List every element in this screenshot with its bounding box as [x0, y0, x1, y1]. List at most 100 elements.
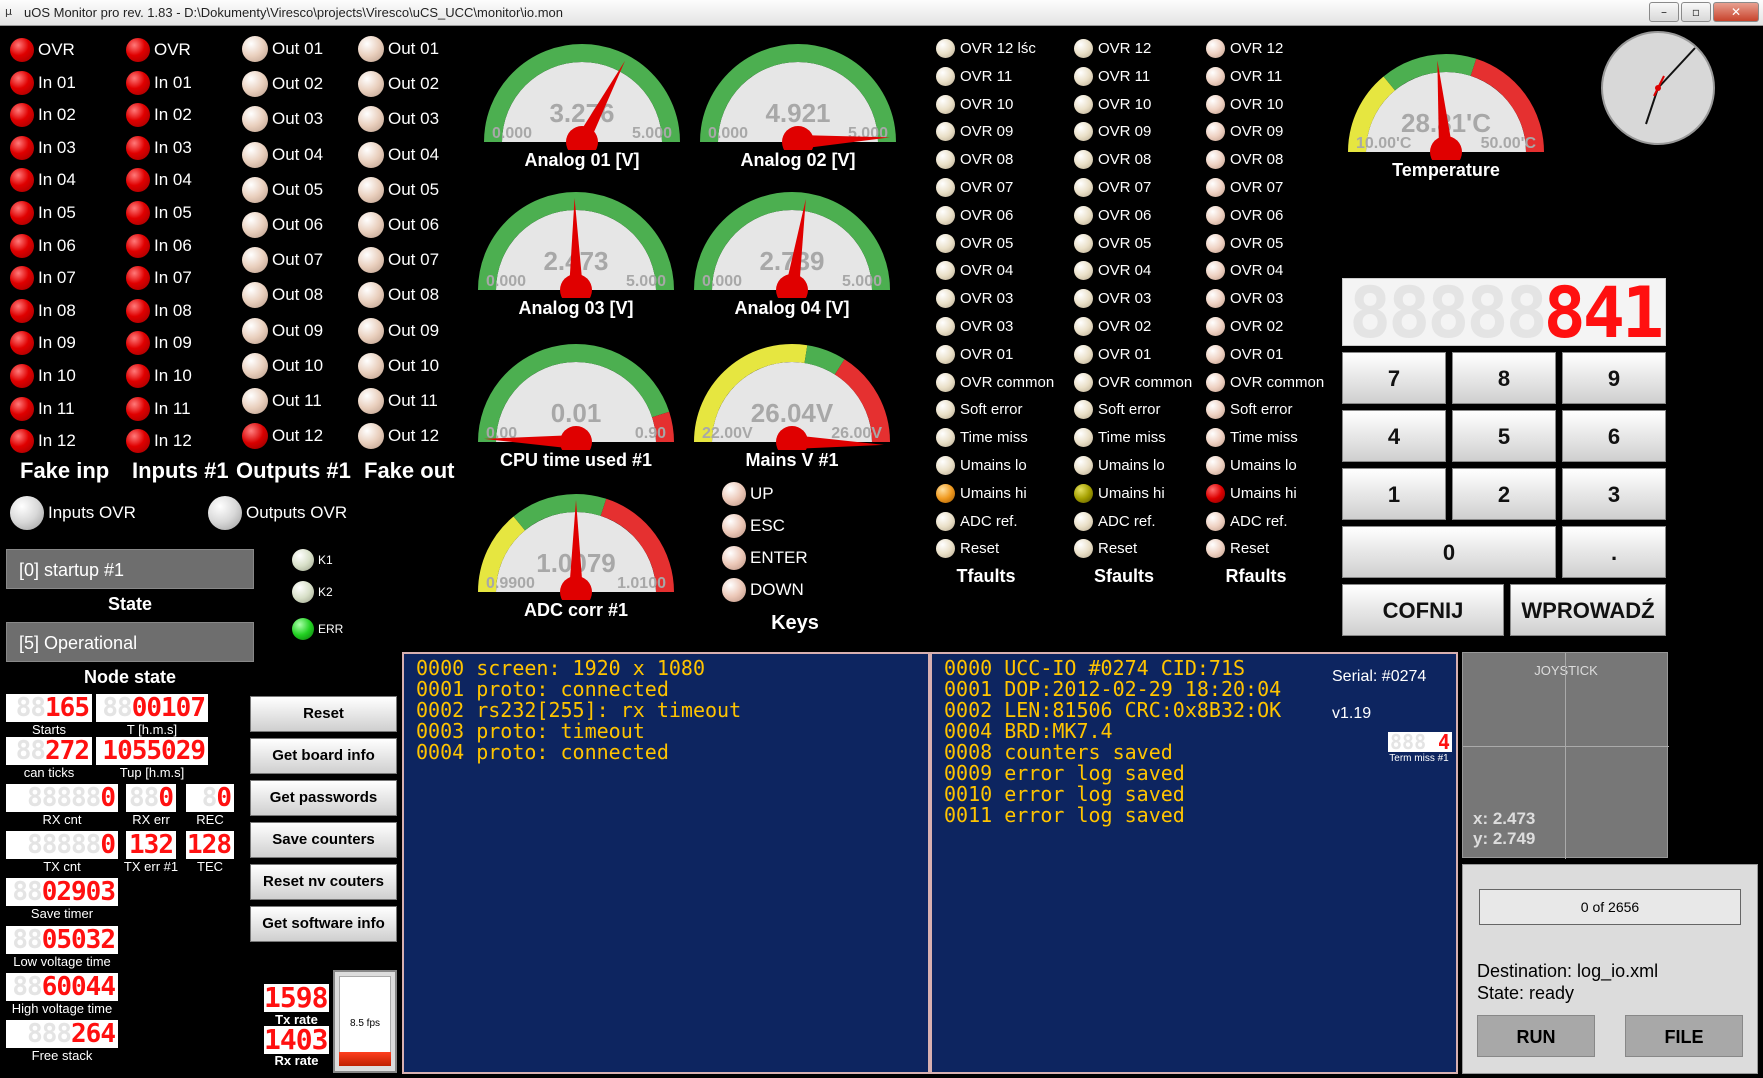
keypad-display-ghost: 88888	[1349, 278, 1548, 346]
counter-value: 02903	[41, 878, 116, 906]
terminal-log-1[interactable]: 0000 screen: 1920 x 1080 0001 proto: conn…	[402, 652, 930, 1074]
reset-button[interactable]: Reset	[250, 696, 397, 732]
joystick-y: y: 2.749	[1473, 829, 1536, 848]
tfaults-led-reset: Reset	[936, 539, 999, 559]
keypad-key-1[interactable]: 1	[1342, 468, 1446, 520]
led-icon	[242, 176, 268, 203]
node-state-value: [5] Operational	[6, 622, 254, 662]
tfaults-led-ovr-04: OVR 04	[936, 261, 1013, 281]
counter-tup-h-m-s: 1055029	[96, 737, 208, 765]
keypad-key-6[interactable]: 6	[1562, 410, 1666, 462]
close-button[interactable]: ✕	[1713, 2, 1759, 22]
run-button[interactable]: RUN	[1477, 1015, 1595, 1057]
fake-inp-led-in-03: In 03	[10, 135, 76, 160]
fault-label: OVR 12 lśc	[960, 40, 1036, 57]
keypad-key-4[interactable]: 4	[1342, 410, 1446, 462]
outputs1-led-out-07: Out 07	[242, 247, 323, 274]
key-led-icon	[722, 482, 746, 506]
get-passwords-button[interactable]: Get passwords	[250, 780, 397, 816]
counter-value: 0	[100, 784, 116, 812]
counter-ghost: 88888	[27, 831, 101, 859]
tfaults-led-ovr-06: OVR 06	[936, 205, 1013, 225]
sfaults-led-ovr-08: OVR 08	[1074, 150, 1152, 170]
file-button[interactable]: FILE	[1625, 1015, 1743, 1057]
rfaults-led-ovr-03: OVR 03	[1206, 289, 1283, 309]
fault-led-icon	[936, 428, 955, 448]
joystick-horizontal-line	[1463, 745, 1669, 747]
keypad-key-2[interactable]: 2	[1452, 468, 1556, 520]
fault-led-icon	[936, 317, 955, 336]
get-software-info-button[interactable]: Get software info	[250, 906, 397, 942]
counter-label: Save timer	[30, 906, 94, 921]
save-counters-button[interactable]: Save counters	[250, 822, 397, 858]
k1-indicator: K1	[292, 549, 333, 571]
fake-inp-group-label: Fake inp	[20, 458, 110, 483]
keypad-key-dot[interactable]: .	[1562, 526, 1666, 578]
led-label: Out 04	[388, 144, 440, 164]
keypad-key-9[interactable]: 9	[1562, 352, 1666, 404]
keypad-key-7[interactable]: 7	[1342, 352, 1446, 404]
fault-label: OVR 06	[1230, 206, 1284, 224]
tfaults-led-soft-error: Soft error	[936, 400, 1023, 420]
led-label: Out 10	[272, 355, 324, 375]
gauge-max: 5.000	[632, 125, 672, 142]
keypad-key-5[interactable]: 5	[1452, 410, 1556, 462]
fake-out-led-out-07: Out 07	[358, 247, 439, 274]
led-label: In 09	[154, 333, 192, 353]
terminal-log-2[interactable]: 0000 UCC-IO #0274 CID:71S 0001 DOP:2012-0…	[930, 652, 1458, 1074]
fault-label: OVR 09	[1230, 123, 1284, 141]
k2-led-icon	[292, 581, 314, 603]
window-title: uOS Monitor pro rev. 1.83 - D:\Dokumenty…	[24, 5, 563, 20]
get-board-info-button[interactable]: Get board info	[250, 738, 397, 774]
led-icon	[358, 247, 384, 274]
gauge-min: 0.000	[702, 273, 742, 290]
keypad-key-3[interactable]: 3	[1562, 468, 1666, 520]
fault-led-icon	[1074, 428, 1093, 448]
led-label: In 02	[154, 105, 192, 125]
term-miss-display: 888 4	[1388, 732, 1452, 752]
sfaults-led-soft-error: Soft error	[1074, 400, 1161, 420]
fault-led-icon	[1074, 94, 1093, 114]
fault-label: OVR 02	[1098, 318, 1152, 335]
keypad-key-0[interactable]: 0	[1342, 526, 1556, 578]
fault-led-icon	[1074, 539, 1093, 559]
tfaults-led-ovr-12-l-c: OVR 12 lśc	[936, 39, 1036, 58]
minimize-button[interactable]: –	[1649, 2, 1679, 22]
wprowadz-button[interactable]: WPROWADŹ	[1510, 584, 1666, 636]
fake-inp-led-in-09: In 09	[10, 331, 76, 356]
led-icon	[10, 103, 34, 128]
fault-label: OVR 08	[1098, 151, 1152, 169]
led-label: In 03	[154, 137, 192, 157]
fault-led-icon	[1074, 289, 1093, 309]
clock-icon	[1601, 31, 1715, 145]
gauge-max: 5.000	[626, 273, 666, 290]
fault-led-icon	[1206, 400, 1225, 420]
cofnij-button[interactable]: COFNIJ	[1342, 584, 1504, 636]
gauge-min: 0.000	[492, 125, 532, 142]
maximize-button[interactable]: ▫	[1681, 2, 1711, 22]
reset-nv-couters-button[interactable]: Reset nv couters	[250, 864, 397, 900]
fault-label: OVR 07	[960, 179, 1014, 196]
counter-ghost: 888	[27, 1020, 72, 1048]
counter-label: REC	[196, 812, 224, 827]
joystick-pad[interactable]: JOYSTICK x: 2.473 y: 2.749	[1462, 652, 1669, 859]
gauge-analog02: 4.9210.000 5.000	[700, 44, 896, 150]
led-label: Out 01	[388, 39, 440, 58]
led-icon	[126, 331, 150, 356]
counter-value: 165	[45, 694, 90, 722]
led-label: In 03	[38, 137, 76, 157]
fault-led-icon	[1206, 511, 1225, 531]
led-icon	[126, 70, 150, 95]
fault-led-icon	[936, 456, 955, 475]
log-line: 0004 proto: connected	[416, 740, 669, 764]
fault-led-icon	[1074, 39, 1093, 58]
key-label: UP	[750, 484, 774, 503]
led-label: In 11	[38, 398, 75, 418]
sfaults-led-ovr-10: OVR 10	[1074, 94, 1151, 114]
led-icon	[10, 233, 34, 258]
led-label: Out 10	[388, 355, 440, 375]
counter-ghost: 88	[129, 784, 159, 812]
led-label: In 04	[38, 170, 76, 190]
led-label: Out 02	[272, 74, 324, 94]
keypad-key-8[interactable]: 8	[1452, 352, 1556, 404]
